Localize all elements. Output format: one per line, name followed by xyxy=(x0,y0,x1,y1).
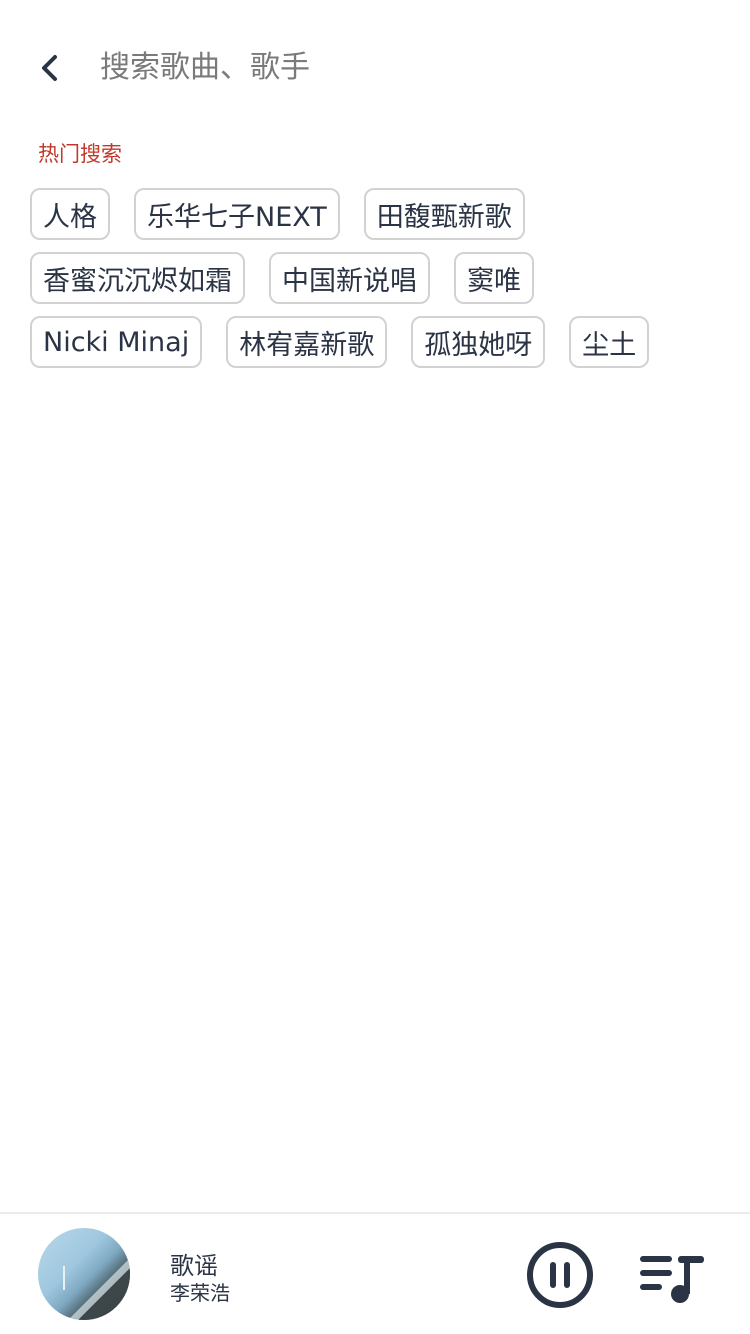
hot-search-tag[interactable]: 尘土 xyxy=(569,316,650,368)
mini-player[interactable]: 歌谣 李荣浩 xyxy=(0,1212,750,1334)
hot-search-tag[interactable]: 孤独她呀 xyxy=(411,316,546,368)
song-title: 歌谣 xyxy=(170,1252,218,1280)
hot-search-tag[interactable]: 乐华七子NEXT xyxy=(134,188,340,240)
hot-search-title: 热门搜索 xyxy=(38,142,122,166)
hot-search-tags: 人格 乐华七子NEXT 田馥甄新歌 香蜜沉沉烬如霜 中国新说唱 窦唯 Nicki… xyxy=(30,188,730,380)
back-button[interactable] xyxy=(26,44,74,92)
hot-search-tag[interactable]: 林宥嘉新歌 xyxy=(226,316,388,368)
tag-row: Nicki Minaj 林宥嘉新歌 孤独她呀 尘土 xyxy=(30,316,730,368)
song-artist: 李荣浩 xyxy=(170,1281,230,1305)
hot-search-tag[interactable]: 中国新说唱 xyxy=(269,252,430,304)
search-input[interactable] xyxy=(100,40,700,94)
search-page: 热门搜索 人格 乐华七子NEXT 田馥甄新歌 香蜜沉沉烬如霜 中国新说唱 窦唯 … xyxy=(0,0,750,1334)
chevron-left-icon xyxy=(42,55,57,81)
playlist-music-icon xyxy=(640,1256,704,1303)
playlist-button[interactable] xyxy=(636,1250,706,1304)
hot-search-tag[interactable]: Nicki Minaj xyxy=(30,316,203,368)
album-cover[interactable] xyxy=(38,1228,130,1320)
search-header xyxy=(0,0,750,132)
tag-row: 人格 乐华七子NEXT 田馥甄新歌 xyxy=(30,188,730,240)
pause-button[interactable] xyxy=(525,1240,595,1310)
hot-search-tag[interactable]: 人格 xyxy=(30,188,110,240)
tag-row: 香蜜沉沉烬如霜 中国新说唱 窦唯 xyxy=(30,252,730,304)
pause-circle-icon xyxy=(527,1242,593,1308)
hot-search-tag[interactable]: 窦唯 xyxy=(454,252,534,304)
hot-search-tag[interactable]: 田馥甄新歌 xyxy=(363,188,525,240)
hot-search-tag[interactable]: 香蜜沉沉烬如霜 xyxy=(30,252,245,304)
